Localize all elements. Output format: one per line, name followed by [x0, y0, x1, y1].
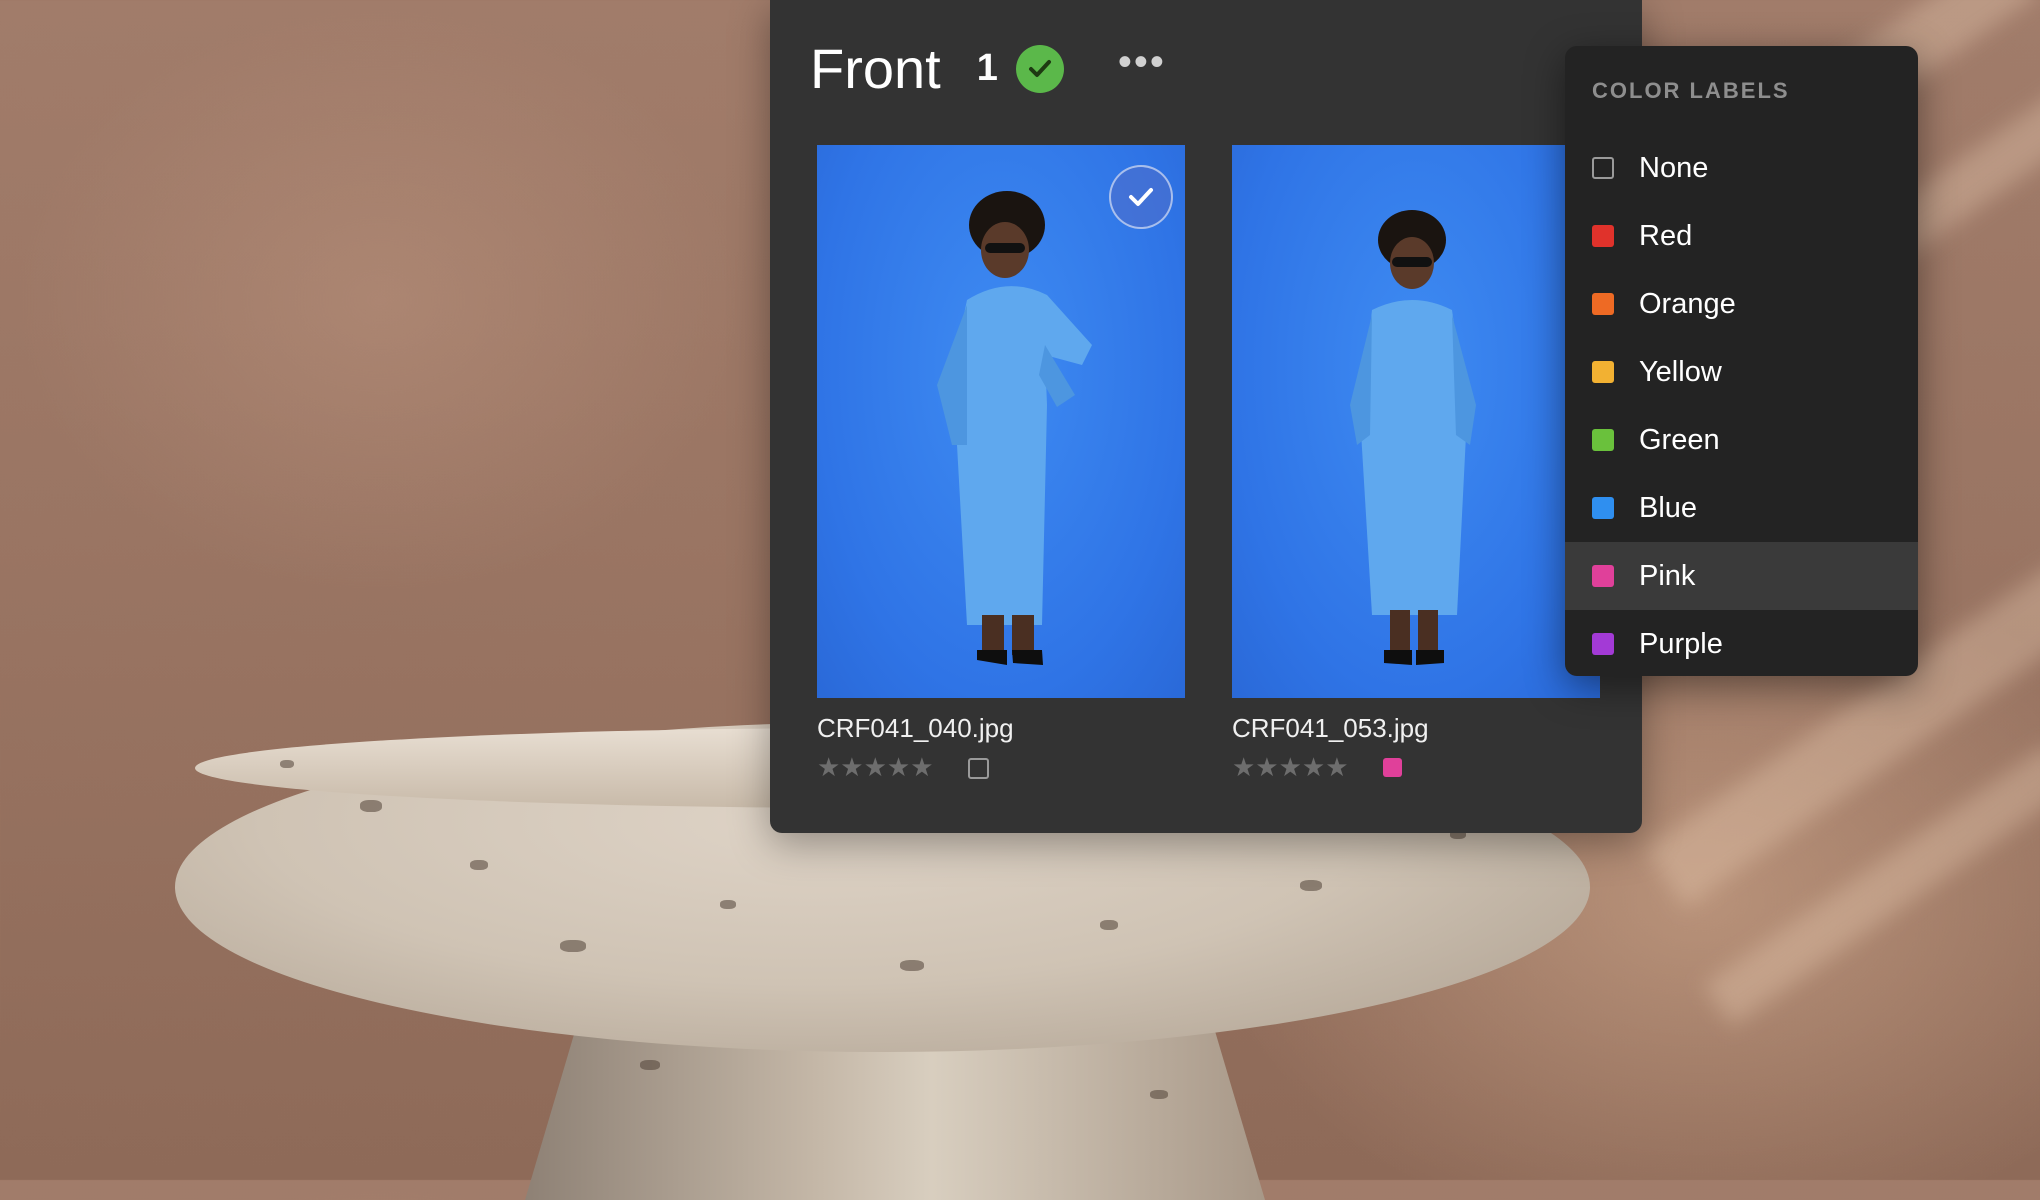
selected-check-icon[interactable]: [1109, 165, 1173, 229]
menu-title: COLOR LABELS: [1592, 78, 1790, 103]
menu-item-label: Red: [1639, 219, 1693, 252]
speckle: [470, 860, 488, 870]
thumbnail-filename: CRF041_053.jpg: [1232, 713, 1429, 743]
star-rating[interactable]: ★★★★★: [817, 752, 934, 783]
menu-item-label: Green: [1639, 423, 1720, 456]
thumbnail-filename: CRF041_040.jpg: [817, 713, 1014, 743]
speckle: [1300, 880, 1322, 891]
model-photo: [1350, 210, 1476, 665]
menu-item-green[interactable]: Green: [1565, 406, 1918, 474]
menu-item-label: Blue: [1639, 491, 1698, 524]
swatch-none: [1592, 157, 1614, 179]
swatch-blue: [1592, 497, 1614, 519]
swatch-orange: [1592, 293, 1614, 315]
menu-item-purple[interactable]: Purple: [1565, 610, 1918, 676]
approved-count: 1: [976, 47, 998, 89]
check-circle-icon: [1015, 44, 1064, 93]
photo-group-panel: Front 1 ••• CRF041_040.jpg ★★★★★ CRF041_…: [770, 0, 1642, 833]
color-labels-menu: COLOR LABELS None Red Orange Yellow Gree…: [1565, 46, 1918, 676]
menu-item-label: None: [1639, 151, 1709, 184]
photo-thumbnail[interactable]: [817, 145, 1185, 698]
speckle: [720, 900, 736, 909]
swatch-purple: [1592, 633, 1614, 655]
speckle: [640, 1060, 660, 1070]
speckle: [900, 960, 924, 971]
menu-item-none[interactable]: None: [1565, 134, 1918, 202]
menu-item-label: Pink: [1639, 559, 1696, 592]
speckle: [360, 800, 382, 812]
speckle: [280, 760, 294, 768]
speckle: [1100, 920, 1118, 930]
panel-header: Front 1 •••: [810, 36, 1166, 101]
menu-item-blue[interactable]: Blue: [1565, 474, 1918, 542]
menu-item-pink[interactable]: Pink: [1565, 542, 1918, 610]
speckle: [560, 940, 586, 952]
star-rating[interactable]: ★★★★★: [1232, 752, 1349, 783]
menu-item-yellow[interactable]: Yellow: [1565, 338, 1918, 406]
group-title: Front: [810, 37, 941, 100]
model-photo: [937, 191, 1092, 665]
color-label-none[interactable]: [968, 758, 989, 779]
swatch-yellow: [1592, 361, 1614, 383]
swatch-red: [1592, 225, 1614, 247]
menu-item-label: Orange: [1639, 287, 1736, 320]
menu-item-orange[interactable]: Orange: [1565, 270, 1918, 338]
menu-item-label: Purple: [1639, 627, 1723, 660]
swatch-pink: [1592, 565, 1614, 587]
menu-item-label: Yellow: [1639, 355, 1722, 388]
more-horizontal-icon[interactable]: •••: [1118, 42, 1166, 86]
menu-item-red[interactable]: Red: [1565, 202, 1918, 270]
speckle: [1150, 1090, 1168, 1099]
swatch-green: [1592, 429, 1614, 451]
photo-thumbnail[interactable]: [1232, 145, 1600, 698]
color-label-pink[interactable]: [1383, 758, 1402, 777]
